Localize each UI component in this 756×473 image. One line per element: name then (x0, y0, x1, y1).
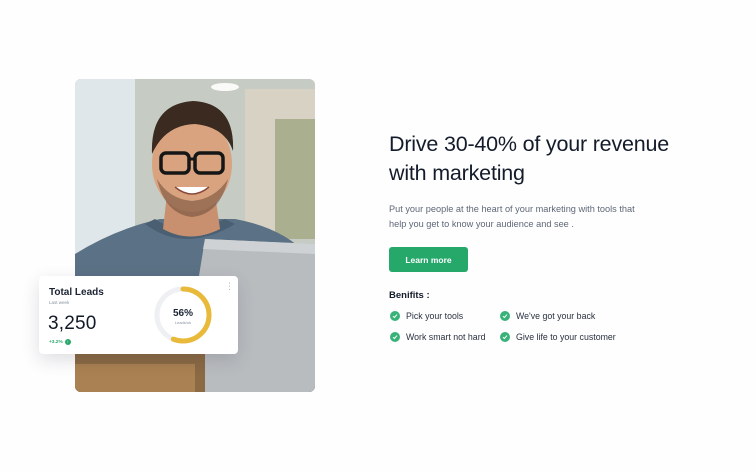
donut-percent-label: 56% (172, 308, 193, 319)
leads-card-value: 3,250 (48, 313, 97, 334)
benefit-item: Work smart not hard (390, 332, 486, 342)
benefit-item: Pick your tools (390, 311, 463, 321)
learn-more-button[interactable]: Learn more (389, 247, 468, 272)
benefit-label: Pick your tools (406, 311, 464, 321)
leads-card-title: Total Leads (49, 287, 104, 298)
donut-caption: Leads/ok (174, 320, 192, 325)
benefits-heading: Benifits : (389, 290, 430, 301)
check-circle-icon (500, 311, 510, 321)
check-circle-icon (390, 332, 400, 342)
more-options-icon[interactable]: ⋮ (225, 282, 234, 296)
leads-card-period: Last week (49, 300, 70, 305)
hero-description: Put your people at the heart of your mar… (389, 204, 635, 229)
leads-change-text: +3.2% (49, 339, 63, 345)
benefit-item: We've got your back (500, 311, 595, 321)
hero-headline: Drive 30-40% of your revenue with market… (389, 132, 670, 185)
trend-up-icon: ↑ (64, 339, 71, 345)
total-leads-card: Total Leads Last week 3,250 +3.2% ↑ ⋮ 56… (39, 276, 238, 354)
page: Total Leads Last week 3,250 +3.2% ↑ ⋮ 56… (0, 0, 756, 473)
benefit-label: We've got your back (516, 311, 596, 321)
check-circle-icon (500, 332, 510, 342)
check-circle-icon (390, 311, 400, 321)
benefit-label: Give life to your customer (516, 332, 616, 342)
benefit-item: Give life to your customer (500, 332, 616, 342)
benefit-label: Work smart not hard (406, 332, 486, 342)
leads-card-change: +3.2% ↑ (49, 339, 71, 345)
